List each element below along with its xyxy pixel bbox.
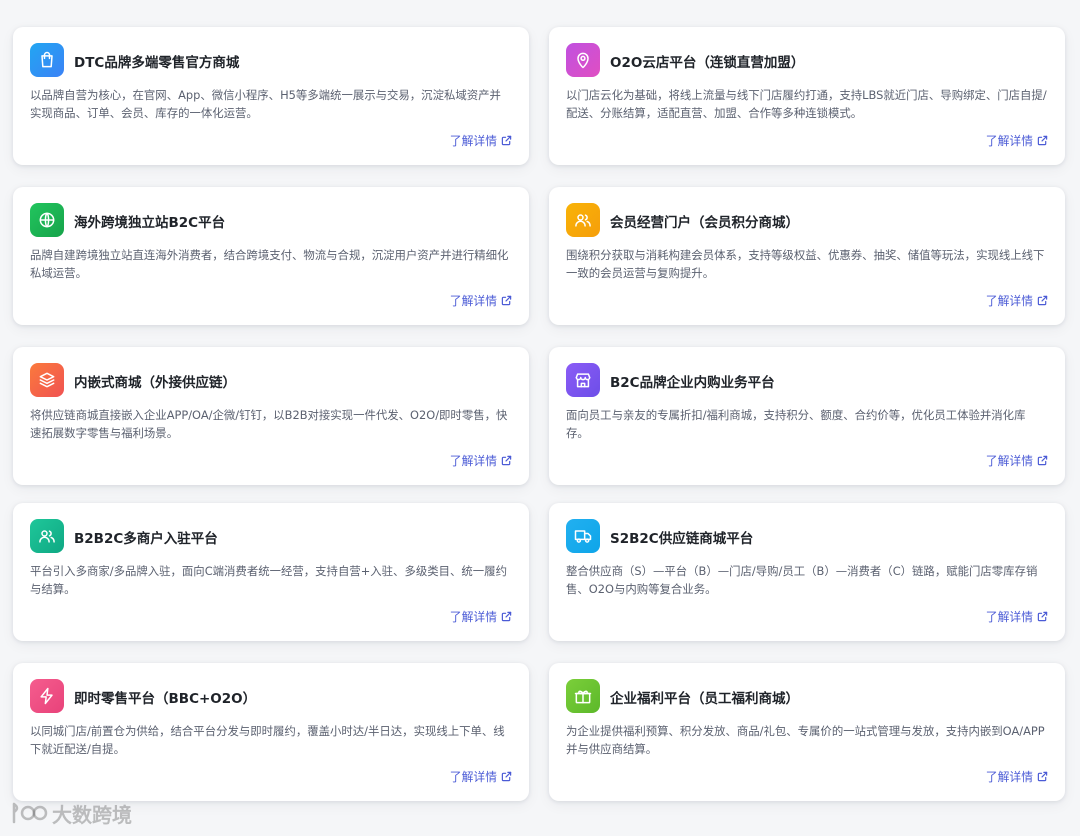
- external-link-icon: [1037, 295, 1048, 306]
- card-title: 企业福利平台（员工福利商城）: [610, 691, 799, 707]
- learn-more-link[interactable]: 了解详情: [986, 608, 1048, 625]
- card-title: DTC品牌多端零售官方商城: [74, 55, 240, 71]
- card-description: 整合供应商（S）—平台（B）—门店/导购/员工（B）—消费者（C）链路，赋能门店…: [566, 564, 1038, 596]
- users-icon: [30, 519, 64, 553]
- solution-card: 海外跨境独立站B2C平台品牌自建跨境独立站直连海外消费者，结合跨境支付、物流与合…: [13, 187, 529, 325]
- solution-card: B2C品牌企业内购业务平台面向员工与亲友的专属折扣/福利商城，支持积分、额度、合…: [549, 347, 1065, 485]
- lightning-icon: [30, 679, 64, 713]
- solution-card: O2O云店平台（连锁直营加盟） 以门店云化为基础，将线上流量与线下门店履约打通，支…: [549, 27, 1065, 165]
- card-description: 围绕积分获取与消耗构建会员体系，支持等级权益、优惠券、抽奖、储值等玩法，实现线上…: [566, 248, 1045, 280]
- external-link-icon: [501, 611, 512, 622]
- external-link-icon: [1037, 135, 1048, 146]
- card-description: 以同城门店/前置仓为供给，结合平台分发与即时履约，覆盖小时达/半日达，实现线上下…: [30, 724, 505, 756]
- solution-card: B2B2C多商户入驻平台平台引入多商家/多品牌入驻，面向C端消费者统一经营，支持…: [13, 503, 529, 641]
- learn-more-link[interactable]: 了解详情: [986, 452, 1048, 469]
- truck-icon: [566, 519, 600, 553]
- card-description: 以门店云化为基础，将线上流量与线下门店履约打通，支持LBS就近门店、导购绑定、门…: [566, 88, 1047, 120]
- learn-more-link[interactable]: 了解详情: [450, 132, 512, 149]
- learn-more-link[interactable]: 了解详情: [450, 768, 512, 785]
- solution-card: 即时零售平台（BBC+O2O） 以同城门店/前置仓为供给，结合平台分发与即时履约，…: [13, 663, 529, 801]
- card-title: O2O云店平台（连锁直营加盟）: [610, 55, 805, 71]
- external-link-icon: [501, 455, 512, 466]
- external-link-icon: [1037, 455, 1048, 466]
- card-description: 品牌自建跨境独立站直连海外消费者，结合跨境支付、物流与合规，沉淀用户资产并进行精…: [30, 248, 509, 280]
- users-icon: [566, 203, 600, 237]
- layers-icon: [30, 363, 64, 397]
- card-title: B2B2C多商户入驻平台: [74, 531, 218, 547]
- shopping-bag-icon: [30, 43, 64, 77]
- card-title: 海外跨境独立站B2C平台: [74, 215, 226, 231]
- learn-more-label: 了解详情: [449, 454, 497, 468]
- learn-more-label: 了解详情: [985, 454, 1033, 468]
- card-title: 会员经营门户（会员积分商城）: [610, 215, 799, 231]
- external-link-icon: [1037, 771, 1048, 782]
- learn-more-label: 了解详情: [985, 294, 1033, 308]
- learn-more-link[interactable]: 了解详情: [450, 292, 512, 309]
- card-title: B2C品牌企业内购业务平台: [610, 375, 775, 391]
- learn-more-link[interactable]: 了解详情: [450, 608, 512, 625]
- learn-more-link[interactable]: 了解详情: [986, 768, 1048, 785]
- learn-more-link[interactable]: 了解详情: [450, 452, 512, 469]
- card-description: 以品牌自营为核心，在官网、App、微信小程序、H5等多端统一展示与交易，沉淀私域…: [30, 88, 501, 120]
- external-link-icon: [1037, 611, 1048, 622]
- card-description: 面向员工与亲友的专属折扣/福利商城，支持积分、额度、合约价等，优化员工体验并消化…: [566, 408, 1026, 440]
- solution-card: DTC品牌多端零售官方商城以品牌自营为核心，在官网、App、微信小程序、H5等多…: [13, 27, 529, 165]
- learn-more-link[interactable]: 了解详情: [986, 292, 1048, 309]
- card-description: 将供应链商城直接嵌入企业APP/OA/企微/钉钉，以B2B对接实现一件代发、O2…: [30, 408, 508, 440]
- solution-card: S2B2C供应链商城平台整合供应商（S）—平台（B）—门店/导购/员工（B）—消…: [549, 503, 1065, 641]
- card-description: 平台引入多商家/多品牌入驻，面向C端消费者统一经营，支持自营+入驻、多级类目、统…: [30, 564, 507, 596]
- learn-more-label: 了解详情: [449, 294, 497, 308]
- globe-icon: [30, 203, 64, 237]
- external-link-icon: [501, 295, 512, 306]
- card-title: S2B2C供应链商城平台: [610, 531, 754, 547]
- external-link-icon: [501, 771, 512, 782]
- external-link-icon: [501, 135, 512, 146]
- learn-more-label: 了解详情: [449, 610, 497, 624]
- learn-more-label: 了解详情: [985, 610, 1033, 624]
- card-title: 即时零售平台（BBC+O2O）: [74, 691, 257, 707]
- card-title: 内嵌式商城（外接供应链）: [74, 375, 236, 391]
- learn-more-link[interactable]: 了解详情: [986, 132, 1048, 149]
- map-pin-icon: [566, 43, 600, 77]
- watermark-text: 大数跨境: [52, 802, 132, 827]
- learn-more-label: 了解详情: [985, 770, 1033, 784]
- learn-more-label: 了解详情: [449, 770, 497, 784]
- store-icon: [566, 363, 600, 397]
- watermark: 大数跨境: [8, 798, 132, 828]
- learn-more-label: 了解详情: [985, 134, 1033, 148]
- logo-icon: [8, 798, 48, 828]
- gift-icon: [566, 679, 600, 713]
- learn-more-label: 了解详情: [449, 134, 497, 148]
- card-description: 为企业提供福利预算、积分发放、商品/礼包、专属价的一站式管理与发放，支持内嵌到O…: [566, 724, 1045, 756]
- solution-card: 会员经营门户（会员积分商城） 围绕积分获取与消耗构建会员体系，支持等级权益、优惠券…: [549, 187, 1065, 325]
- solution-card: 内嵌式商城（外接供应链） 将供应链商城直接嵌入企业APP/OA/企微/钉钉，以B2…: [13, 347, 529, 485]
- solution-card: 企业福利平台（员工福利商城） 为企业提供福利预算、积分发放、商品/礼包、专属价的一…: [549, 663, 1065, 801]
